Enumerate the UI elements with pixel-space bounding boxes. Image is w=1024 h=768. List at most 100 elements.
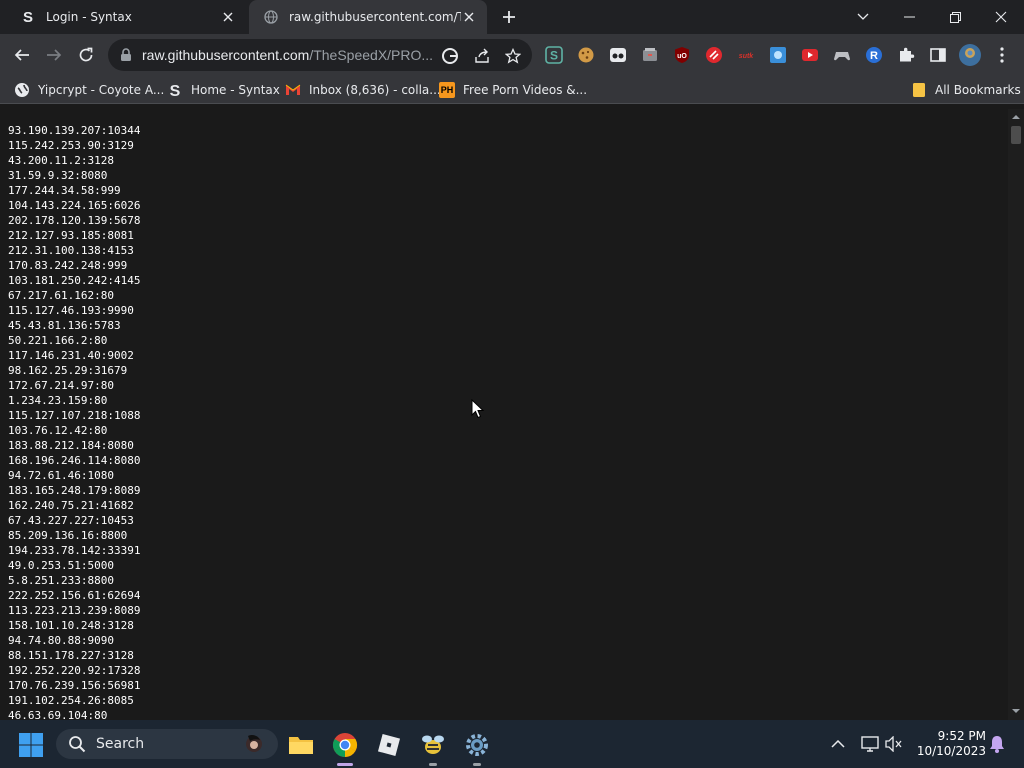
text-line: 85.209.136.16:8800 (8, 529, 128, 542)
bookmark-home-syntax[interactable]: S Home - Syntax (167, 80, 280, 100)
taskbar-search-box[interactable]: Search (56, 729, 278, 759)
text-line: 117.146.231.40:9002 (8, 349, 134, 362)
ublock-icon[interactable]: uO (673, 46, 691, 64)
taskbar-file-explorer[interactable] (284, 728, 318, 762)
folder-icon (289, 737, 313, 754)
clock-time: 9:52 PM (937, 729, 986, 743)
cookie-icon[interactable] (577, 46, 595, 64)
folder-icon (911, 82, 927, 98)
close-icon[interactable] (461, 9, 477, 25)
gmail-icon (285, 82, 301, 98)
scrollbar-thumb[interactable] (1011, 126, 1021, 144)
text-line: 170.83.242.248:999 (8, 259, 128, 272)
text-line: 222.252.156.61:62694 (8, 589, 141, 602)
syntax-extension-icon[interactable]: S (545, 46, 563, 64)
menu-dots-icon[interactable] (993, 46, 1011, 64)
bookmark-yipcrypt[interactable]: Yipcrypt - Coyote A... (14, 80, 164, 100)
notification-bell-icon[interactable] (987, 734, 1007, 754)
controller-extension-icon[interactable] (833, 46, 851, 64)
vertical-scrollbar[interactable] (1008, 109, 1024, 720)
svg-text:R: R (870, 50, 878, 62)
globe-icon (14, 82, 30, 98)
search-highlight-image-icon (246, 735, 262, 752)
forward-button[interactable] (40, 41, 68, 69)
chrome-icon (332, 733, 358, 757)
globe-icon (263, 9, 279, 25)
text-line: 194.233.78.142:33391 (8, 544, 141, 557)
site-info-icon[interactable] (118, 47, 134, 63)
svg-text:S: S (550, 49, 558, 63)
arrow-right-icon (47, 49, 62, 61)
taskbar-settings[interactable] (460, 728, 494, 766)
text-line: 45.43.81.136:5783 (8, 319, 121, 332)
text-line: 94.72.61.46:1080 (8, 469, 114, 482)
text-line: 88.151.178.227:3128 (8, 649, 134, 662)
share-icon[interactable] (473, 47, 491, 65)
proxy-list: 93.190.139.207:10344 115.242.253.90:3129 4… (8, 123, 140, 720)
side-panel-icon[interactable] (929, 46, 947, 64)
clock-date: 10/10/2023 (916, 744, 986, 758)
search-icon (68, 735, 86, 753)
roblox-extension-icon[interactable]: R (865, 46, 883, 64)
bookmarks-bar: Yipcrypt - Coyote A... S Home - Syntax I… (0, 76, 1024, 104)
google-lens-icon[interactable] (441, 47, 459, 65)
minimize-icon (903, 16, 915, 18)
scroll-down-icon (1012, 709, 1020, 713)
back-button[interactable] (8, 41, 36, 69)
arrow-left-icon (14, 49, 29, 61)
profile-avatar-icon[interactable] (958, 43, 982, 67)
mask-extension-icon[interactable] (609, 46, 627, 64)
text-line: 183.88.212.184:8080 (8, 439, 134, 452)
minimize-button[interactable] (886, 0, 932, 34)
svg-text:uO: uO (677, 53, 687, 60)
windows-start-icon[interactable] (18, 732, 44, 758)
close-window-button[interactable] (978, 0, 1024, 34)
all-bookmarks-button[interactable]: All Bookmarks (911, 80, 1021, 100)
text-line: 67.217.61.162:80 (8, 289, 114, 302)
tab-search-button[interactable] (840, 0, 886, 34)
new-tab-button[interactable] (498, 6, 520, 28)
video-extension-icon[interactable] (801, 46, 819, 64)
bee-icon (422, 735, 444, 754)
text-line: 115.127.107.218:1088 (8, 409, 141, 422)
volume-muted-icon[interactable] (884, 734, 904, 754)
network-icon[interactable] (860, 734, 880, 754)
text-line: 1.234.23.159:80 (8, 394, 108, 407)
restore-button[interactable] (932, 0, 978, 34)
red-circle-extension-icon[interactable] (705, 46, 723, 64)
svg-text:S: S (170, 83, 181, 98)
show-hidden-icons-chevron-icon[interactable] (828, 734, 848, 754)
text-line: 49.0.253.51:5000 (8, 559, 114, 572)
bookmark-gmail-inbox[interactable]: Inbox (8,636) - colla... (285, 80, 441, 100)
taskbar-bee-app[interactable] (416, 728, 450, 766)
address-bar[interactable]: raw.githubusercontent.com/TheSpeedX/PRO.… (108, 39, 532, 71)
text-line: 31.59.9.32:8080 (8, 169, 108, 182)
reload-icon (79, 47, 93, 62)
puzzle-icon[interactable] (897, 46, 915, 64)
bookmark-ph[interactable]: PH Free Porn Videos &... (439, 80, 587, 100)
system-clock[interactable]: 9:52 PM 10/10/2023 (916, 729, 986, 759)
taskbar-chrome[interactable] (328, 728, 362, 766)
brand-extension-icon[interactable]: sutk (737, 46, 755, 64)
photo-extension-icon[interactable] (769, 46, 787, 64)
text-line: 158.101.10.248:3128 (8, 619, 134, 632)
star-icon[interactable] (504, 47, 522, 65)
archive-extension-icon[interactable] (641, 46, 659, 64)
text-line: 43.200.11.2:3128 (8, 154, 114, 167)
text-line: 5.8.251.233:8800 (8, 574, 114, 587)
reload-button[interactable] (72, 41, 100, 69)
tab-title: raw.githubusercontent.com/The (289, 10, 461, 24)
syntax-s-icon: S (167, 82, 183, 98)
text-line: 212.127.93.185:8081 (8, 229, 134, 242)
active-app-indicator (337, 763, 353, 766)
roblox-icon (377, 733, 401, 757)
text-line: 46.63.69.104:80 (8, 709, 108, 720)
syntax-s-icon: S (22, 8, 33, 26)
text-line: 115.127.46.193:9990 (8, 304, 134, 317)
text-line: 177.244.34.58:999 (8, 184, 121, 197)
taskbar-roblox[interactable] (372, 728, 406, 762)
text-line: 192.252.220.92:17328 (8, 664, 141, 677)
tab-login-syntax[interactable]: S Login - Syntax (6, 0, 246, 34)
tab-raw-github[interactable]: raw.githubusercontent.com/The (249, 0, 487, 34)
close-icon[interactable] (220, 9, 236, 25)
